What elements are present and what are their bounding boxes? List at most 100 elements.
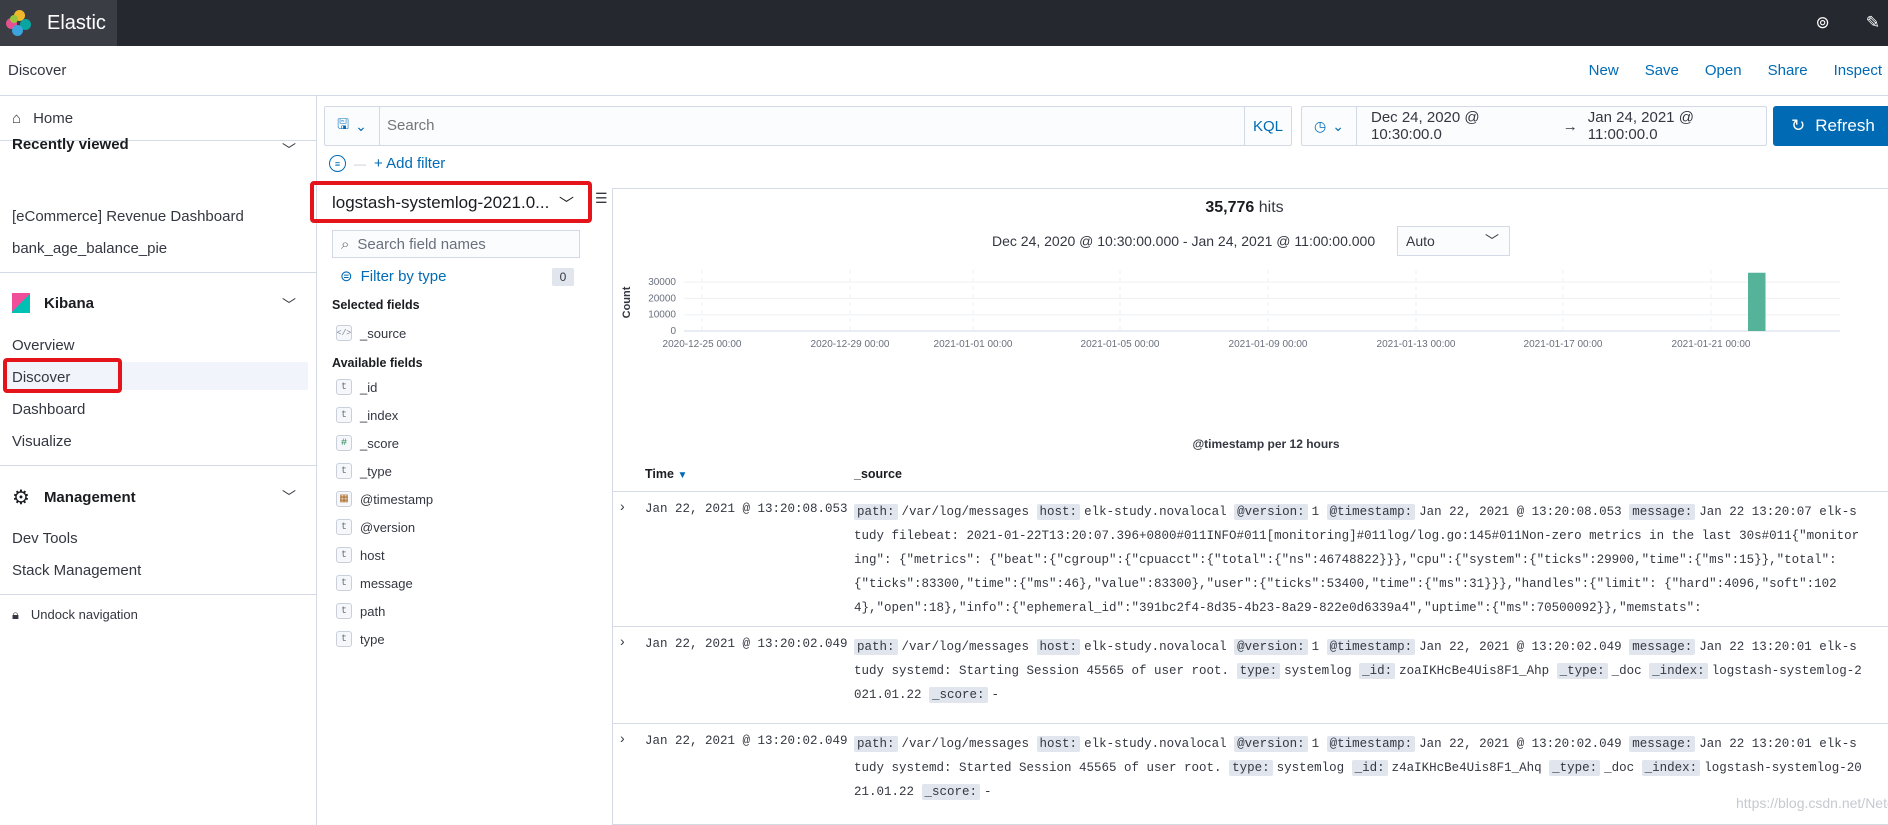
kibana-header[interactable]: Kibana [12, 293, 94, 313]
field-value: elk-study.novalocal [1084, 505, 1235, 519]
share-button[interactable]: Share [1768, 62, 1808, 79]
app-subheader: Discover New Save Open Share Inspect [0, 46, 1888, 96]
nav-home-label: Home [33, 110, 74, 127]
breadcrumb[interactable]: Discover [8, 62, 66, 79]
filter-by-type-button[interactable]: ⊜ Filter by type [340, 267, 447, 286]
field-name: host [360, 547, 385, 563]
chevron-down-icon: ﹀ [1485, 233, 1499, 249]
field-name: path [360, 603, 386, 619]
kql-toggle[interactable]: KQL [1244, 107, 1291, 145]
field-value: _doc [1604, 761, 1642, 775]
field-key: host: [1036, 639, 1081, 655]
field-name: @version [360, 519, 416, 535]
histogram-chart[interactable]: 0 10000 20000 30000 2020-12-25 00:00 2020-12-… [612, 262, 1888, 462]
field-item[interactable]: </> _source [336, 325, 406, 341]
field-item[interactable]: # _score [336, 435, 399, 451]
string-type-icon: t [336, 547, 352, 563]
field-item[interactable]: ▦ @timestamp [336, 491, 433, 507]
field-item[interactable]: t message [336, 575, 413, 591]
nav-item-dashboard[interactable]: Dashboard [12, 401, 85, 418]
field-item[interactable]: t host [336, 547, 385, 563]
field-value: /var/log/messages [901, 505, 1037, 519]
field-item[interactable]: t type [336, 631, 385, 647]
field-value: /var/log/messages [901, 640, 1037, 654]
row-time: Jan 22, 2021 @ 13:20:02.049 [645, 637, 848, 651]
expand-row-icon[interactable]: › [620, 498, 625, 514]
end-date[interactable]: Jan 24, 2021 @ 11:00:00.0 [1588, 109, 1766, 143]
chevron-down-icon[interactable]: ﹀ [282, 295, 296, 315]
inspect-button[interactable]: Inspect [1834, 62, 1882, 79]
saved-query-button[interactable]: 🖫 ⌄ [325, 107, 380, 145]
nav-item-overview[interactable]: Overview [12, 337, 75, 354]
column-header-time[interactable]: Time ▼ [645, 467, 687, 481]
management-header[interactable]: ⚙ Management [12, 485, 136, 510]
add-filter-button[interactable]: + Add filter [374, 155, 445, 172]
selected-fields-heading: Selected fields [332, 298, 420, 312]
field-key: @version: [1234, 639, 1308, 655]
number-type-icon: # [336, 435, 352, 451]
field-name: message [360, 575, 413, 591]
field-value: - [991, 688, 1000, 702]
recent-item-bank-pie[interactable]: bank_age_balance_pie [12, 240, 167, 257]
field-key: type: [1229, 760, 1273, 776]
field-item[interactable]: t _type [336, 463, 392, 479]
field-item[interactable]: t @version [336, 519, 415, 535]
field-item[interactable]: t _index [336, 407, 398, 423]
y-tick-label: 20000 [648, 293, 676, 304]
field-key: message: [1629, 639, 1696, 655]
new-button[interactable]: New [1589, 62, 1619, 79]
divider [0, 272, 317, 273]
field-item[interactable]: t _id [336, 379, 377, 395]
filter-by-type-label: Filter by type [360, 267, 447, 285]
kibana-title: Kibana [44, 294, 95, 312]
undock-label: Undock navigation [30, 607, 138, 622]
refresh-button[interactable]: ↻ Refresh [1773, 106, 1888, 146]
x-tick-label: 2020-12-29 00:00 [811, 339, 890, 350]
field-item[interactable]: t path [336, 603, 385, 619]
field-key: message: [1629, 736, 1696, 752]
collapse-sidebar-icon[interactable]: ☰ [595, 190, 608, 207]
quick-menu-button[interactable]: ◷ ⌄ [1302, 107, 1357, 145]
recently-viewed-header[interactable]: Recently viewed [12, 136, 129, 153]
field-value: 1 [1311, 737, 1327, 751]
string-type-icon: t [336, 575, 352, 591]
nav-item-stack-management[interactable]: Stack Management [12, 562, 141, 579]
nav-item-visualize[interactable]: Visualize [12, 433, 72, 450]
row-source: path:/var/log/messages host: elk-study.no… [854, 500, 1864, 620]
field-search-input[interactable]: ⌕ Search field names [332, 230, 580, 258]
field-value: z4aIKHcBe4Uis8F1_Ahq [1391, 761, 1550, 775]
source-type-icon: </> [336, 325, 352, 341]
search-icon: ⌕ [341, 235, 350, 253]
field-name: @timestamp [360, 491, 434, 507]
open-button[interactable]: Open [1705, 62, 1742, 79]
hits-number: 35,776 [1205, 199, 1255, 216]
nav-item-dev-tools[interactable]: Dev Tools [12, 530, 78, 547]
field-key: @timestamp: [1326, 639, 1416, 655]
filter-options-icon[interactable]: ≡ [329, 155, 346, 172]
recent-item-ecommerce[interactable]: [eCommerce] Revenue Dashboard [12, 208, 244, 225]
hits-label: hits [1258, 199, 1284, 216]
field-name: _type [360, 463, 392, 479]
undock-navigation[interactable]: 🔒︎ Undock navigation [12, 607, 138, 623]
search-input[interactable] [387, 107, 1187, 145]
save-button[interactable]: Save [1645, 62, 1679, 79]
row-source: path:/var/log/messages host: elk-study.no… [854, 732, 1864, 804]
chevron-down-icon[interactable]: ﹀ [282, 487, 296, 507]
brand[interactable]: Elastic [0, 0, 117, 46]
watermark: https://blog.csdn.net/Netceor [1736, 795, 1888, 811]
field-key: _index: [1641, 760, 1701, 776]
help-icon[interactable]: ⊚ [1816, 13, 1830, 33]
chevron-down-icon[interactable]: ﹀ [282, 140, 296, 160]
table-row: › Jan 22, 2021 @ 13:20:02.049 path:/var/… [612, 627, 1888, 724]
field-key: _id: [1359, 663, 1396, 679]
start-date[interactable]: Dec 24, 2020 @ 10:30:00.0 [1371, 109, 1553, 143]
string-type-icon: t [336, 519, 352, 535]
home-icon: ⌂ [12, 110, 22, 127]
nav-home[interactable]: ⌂ Home [12, 110, 73, 127]
newsfeed-icon[interactable]: ✎ [1866, 13, 1880, 33]
interval-select[interactable]: Auto ﹀ [1397, 226, 1510, 256]
clock-icon: ◷ [1314, 117, 1327, 134]
expand-row-icon[interactable]: › [620, 730, 625, 746]
expand-row-icon[interactable]: › [620, 633, 625, 649]
field-name: _id [360, 379, 378, 395]
